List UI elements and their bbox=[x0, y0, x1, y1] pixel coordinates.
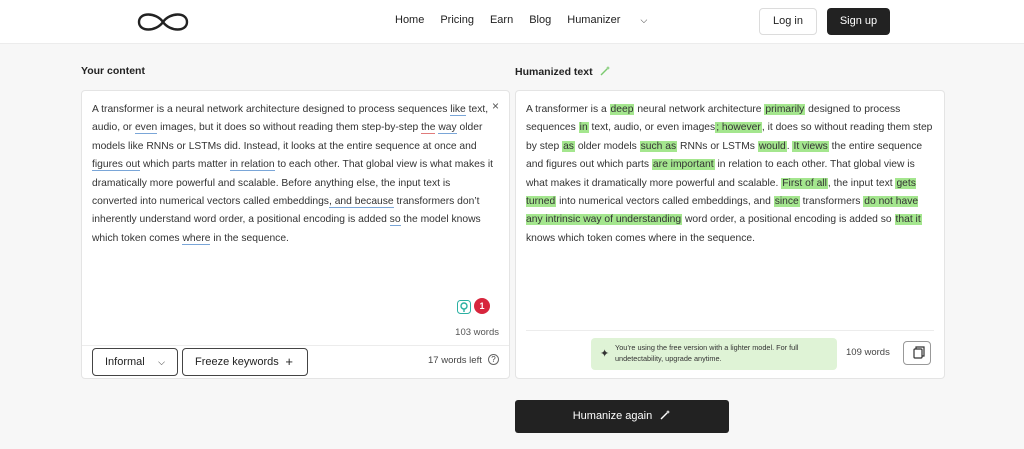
text-segment: which parts matter bbox=[140, 159, 230, 171]
nav-home[interactable]: Home bbox=[395, 14, 424, 26]
text-segment: images, but it does so without reading t… bbox=[157, 122, 422, 134]
suggestion-underline: way bbox=[438, 122, 457, 135]
main-nav: Home Pricing Earn Blog Humanizer ⌵ bbox=[395, 14, 679, 26]
suggestion-underline: where bbox=[182, 232, 211, 245]
changed-phrase-highlight: that it bbox=[894, 214, 922, 226]
text-segment: knows which token comes where in the seq… bbox=[526, 232, 755, 244]
changed-phrase-highlight: First of all bbox=[781, 177, 828, 189]
divider bbox=[526, 330, 934, 331]
freeze-keywords-button[interactable]: Freeze keywords + bbox=[182, 348, 308, 376]
magic-wand-icon bbox=[600, 66, 610, 76]
words-left-count: 17 words left bbox=[428, 355, 482, 366]
suggestion-underline: so bbox=[389, 214, 401, 227]
nav-pricing[interactable]: Pricing bbox=[440, 14, 474, 26]
tone-dropdown[interactable]: Informal ⌵ bbox=[92, 348, 178, 376]
divider bbox=[82, 345, 509, 346]
copy-button[interactable] bbox=[903, 341, 931, 365]
changed-phrase-highlight: as bbox=[562, 140, 575, 152]
signup-button[interactable]: Sign up bbox=[827, 8, 890, 35]
text-segment: into numerical vectors called embeddings… bbox=[556, 196, 774, 208]
sparkle-icon: ✦ bbox=[600, 348, 610, 360]
copy-icon bbox=[913, 346, 925, 359]
suggestion-underline: in relation bbox=[229, 159, 275, 172]
freeze-keywords-label: Freeze keywords bbox=[195, 356, 279, 368]
changed-phrase-highlight: are important bbox=[651, 159, 715, 171]
nav-humanizer-label: Humanizer bbox=[567, 14, 621, 26]
issue-count-badge[interactable]: 1 bbox=[474, 298, 490, 314]
your-content-label: Your content bbox=[81, 65, 145, 77]
text-segment: older models bbox=[574, 140, 640, 152]
input-word-count: 103 words bbox=[455, 327, 499, 338]
chevron-down-icon: ⌵ bbox=[158, 357, 165, 367]
nav-humanizer[interactable]: Humanizer ⌵ bbox=[567, 14, 663, 26]
text-segment: A transformer is a neural network archit… bbox=[92, 104, 451, 115]
tone-dropdown-label: Informal bbox=[105, 356, 145, 368]
free-version-notice[interactable]: ✦ You’re using the free version with a l… bbox=[591, 338, 837, 370]
suggestion-underline: figures out bbox=[92, 159, 141, 172]
nav-blog[interactable]: Blog bbox=[529, 14, 551, 26]
suggestion-underline: even bbox=[134, 122, 158, 135]
text-segment: transformers bbox=[799, 196, 864, 208]
chevron-down-icon: ⌵ bbox=[640, 15, 648, 25]
output-word-count: 109 words bbox=[846, 347, 890, 358]
changed-phrase-highlight: would bbox=[757, 140, 787, 152]
login-button[interactable]: Log in bbox=[759, 8, 817, 35]
changed-phrase-highlight: since bbox=[773, 196, 800, 208]
text-segment: neural network architecture bbox=[634, 104, 765, 115]
output-panel: A transformer is a deep neural network a… bbox=[515, 90, 945, 379]
changed-phrase-highlight: such as bbox=[639, 140, 678, 152]
top-header: Home Pricing Earn Blog Humanizer ⌵ Log in… bbox=[0, 0, 1024, 44]
plus-icon: + bbox=[285, 354, 293, 369]
text-segment: RNNs or LSTMs bbox=[677, 140, 758, 152]
humanized-text-label: Humanized text bbox=[515, 65, 611, 78]
humanize-again-label: Humanize again bbox=[572, 410, 653, 422]
error-underline: the bbox=[421, 122, 436, 135]
help-icon[interactable]: ? bbox=[488, 354, 499, 365]
suggestion-underline: like bbox=[450, 104, 466, 116]
changed-phrase-highlight: in bbox=[578, 122, 589, 134]
changed-phrase-highlight: deep bbox=[609, 104, 635, 115]
grammar-assistant-icon[interactable] bbox=[457, 300, 471, 314]
text-segment: word order, a positional encoding is add… bbox=[682, 214, 895, 226]
text-segment: text, audio, or even images bbox=[588, 122, 716, 134]
text-segment: in the sequence. bbox=[210, 232, 289, 244]
humanize-again-button[interactable]: Humanize again bbox=[515, 400, 729, 433]
magic-wand-icon bbox=[660, 410, 671, 420]
suggestion-underline: , and because bbox=[328, 196, 394, 209]
changed-phrase-highlight: ; however bbox=[715, 122, 762, 134]
infinity-logo[interactable] bbox=[134, 8, 192, 36]
changed-phrase-highlight: primarily bbox=[764, 104, 806, 115]
content-textarea[interactable]: A transformer is a neural network archit… bbox=[92, 101, 497, 248]
changed-phrase-highlight: It views bbox=[792, 140, 829, 152]
humanized-output-text: A transformer is a deep neural network a… bbox=[526, 101, 936, 248]
input-panel: × A transformer is a neural network arch… bbox=[81, 90, 510, 379]
nav-earn[interactable]: Earn bbox=[490, 14, 513, 26]
humanized-text-title: Humanized text bbox=[515, 66, 593, 78]
free-version-notice-text: You’re using the free version with a lig… bbox=[615, 343, 799, 363]
text-segment: A transformer is a bbox=[526, 104, 610, 115]
text-segment: , the input text bbox=[827, 177, 896, 189]
